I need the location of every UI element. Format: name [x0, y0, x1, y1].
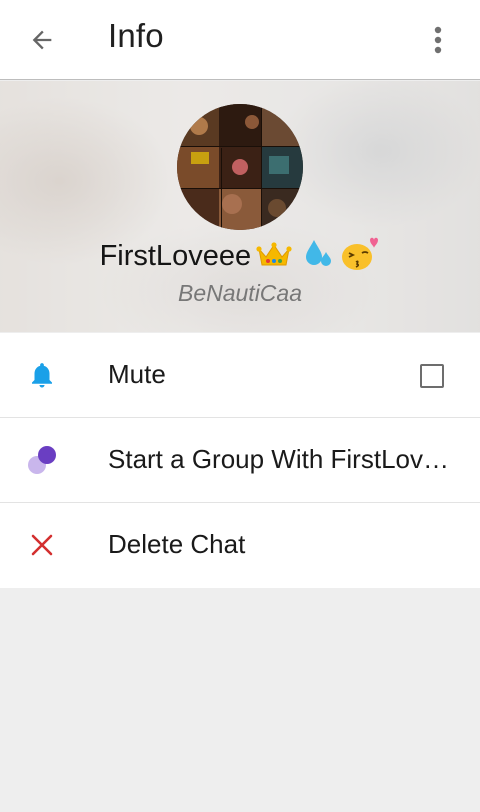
kissing-face-with-heart-emoji-icon: [340, 236, 380, 277]
start-group-label: Start a Group With FirstLoveee: [108, 444, 450, 474]
avatar[interactable]: [177, 104, 303, 230]
delete-chat-row[interactable]: Delete Chat: [0, 503, 480, 588]
start-group-row[interactable]: Start a Group With FirstLoveee: [0, 418, 480, 503]
group-dots-icon: [28, 446, 56, 474]
bell-icon: [32, 363, 52, 388]
profile-username: BeNautiCaa: [177, 280, 303, 306]
avatar-collage-image: [177, 104, 303, 230]
overflow-menu-button[interactable]: [418, 20, 458, 60]
crown-emoji-icon: [255, 239, 292, 274]
mute-label: Mute: [108, 359, 166, 389]
app: Info FirstLoveee BeNautiCaa Mute Start a…: [0, 0, 480, 812]
mute-checkbox[interactable]: [420, 364, 444, 388]
profile-name: FirstLoveee: [99, 240, 252, 272]
back-button[interactable]: [22, 20, 62, 60]
delete-chat-label: Delete Chat: [108, 529, 246, 559]
profile-header: FirstLoveee BeNautiCaa: [0, 81, 480, 332]
info-actions-list: Mute Start a Group With FirstLoveee Dele…: [0, 333, 480, 589]
top-app-bar: Info: [0, 0, 480, 80]
close-x-icon: [31, 534, 53, 556]
profile-name-row: FirstLoveee: [0, 236, 480, 276]
empty-background: [0, 588, 480, 812]
page-title: Info: [108, 17, 164, 54]
sweat-droplets-emoji-icon: [304, 238, 334, 275]
arrow-back-icon: [32, 30, 52, 50]
mute-row[interactable]: Mute: [0, 333, 480, 418]
more-vertical-icon: [434, 26, 442, 54]
